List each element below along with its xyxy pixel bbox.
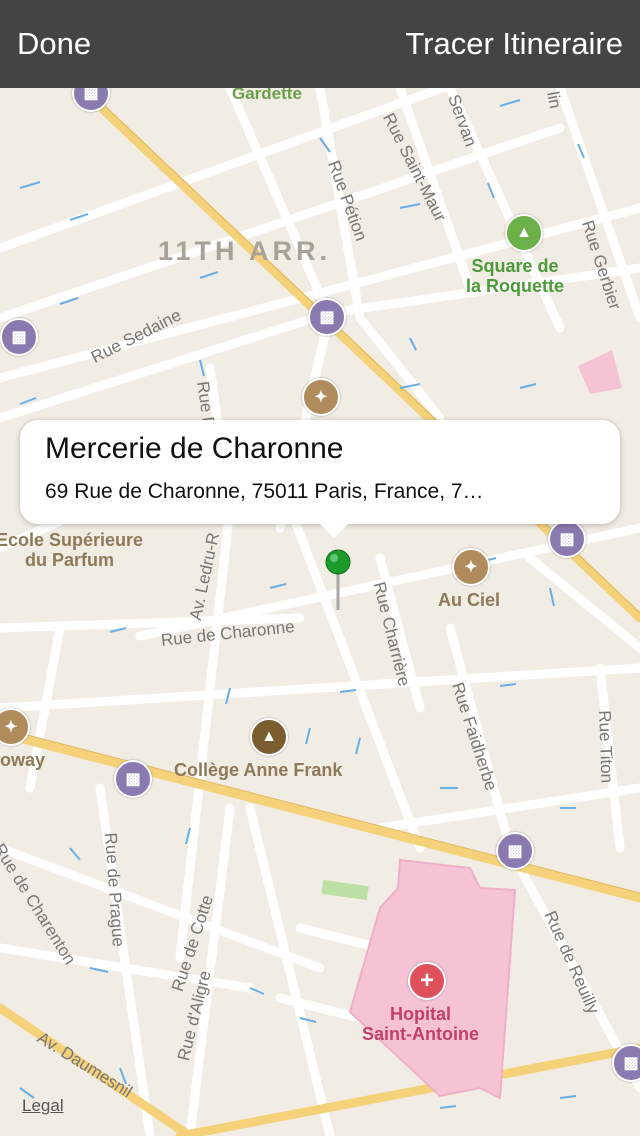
legal-link[interactable]: Legal [22,1096,64,1116]
metro-icon[interactable]: ▩ [308,298,346,336]
callout-address: 69 Rue de Charonne, 75011 Paris, France,… [45,480,484,503]
place-label-square-roquette[interactable]: Square de la Roquette [466,256,564,296]
place-label-ecole-parfum[interactable]: Ecole Supérieure du Parfum [0,530,143,570]
place-label-hopital[interactable]: Hopital Saint-Antoine [362,1004,479,1044]
street-label: Rue Titon [595,710,617,784]
park-icon[interactable]: ▲ [505,214,543,252]
metro-icon[interactable]: ▩ [548,520,586,558]
callout-title: Mercerie de Charonne [45,432,344,465]
metro-icon[interactable]: ▩ [114,760,152,798]
street-label: lin [543,90,565,111]
metro-icon[interactable]: ▩ [496,832,534,870]
place-label-college[interactable]: Collège Anne Frank [174,760,342,780]
hospital-icon[interactable]: + [408,962,446,1000]
metro-icon[interactable]: ▩ [0,318,38,356]
place-label-oway[interactable]: oway [0,750,45,770]
district-label: 11TH ARR. [158,236,332,266]
restaurant-icon[interactable]: ✦ [302,378,340,416]
directions-button[interactable]: Tracer Itineraire [405,24,623,64]
school-icon[interactable]: ▲ [250,718,288,756]
callout-pointer [318,522,350,538]
map-view[interactable]: 11TH ARR. Gardette Rue Saint-Maur Rue Pé… [0,74,640,1136]
done-button[interactable]: Done [17,24,91,64]
restaurant-icon[interactable]: ✦ [452,548,490,586]
location-callout[interactable]: Mercerie de Charonne 69 Rue de Charonne,… [20,420,620,538]
map-pin-icon[interactable] [322,548,354,614]
navigation-bar: Done Tracer Itineraire [0,0,640,88]
place-label-au-ciel[interactable]: Au Ciel [438,590,500,610]
